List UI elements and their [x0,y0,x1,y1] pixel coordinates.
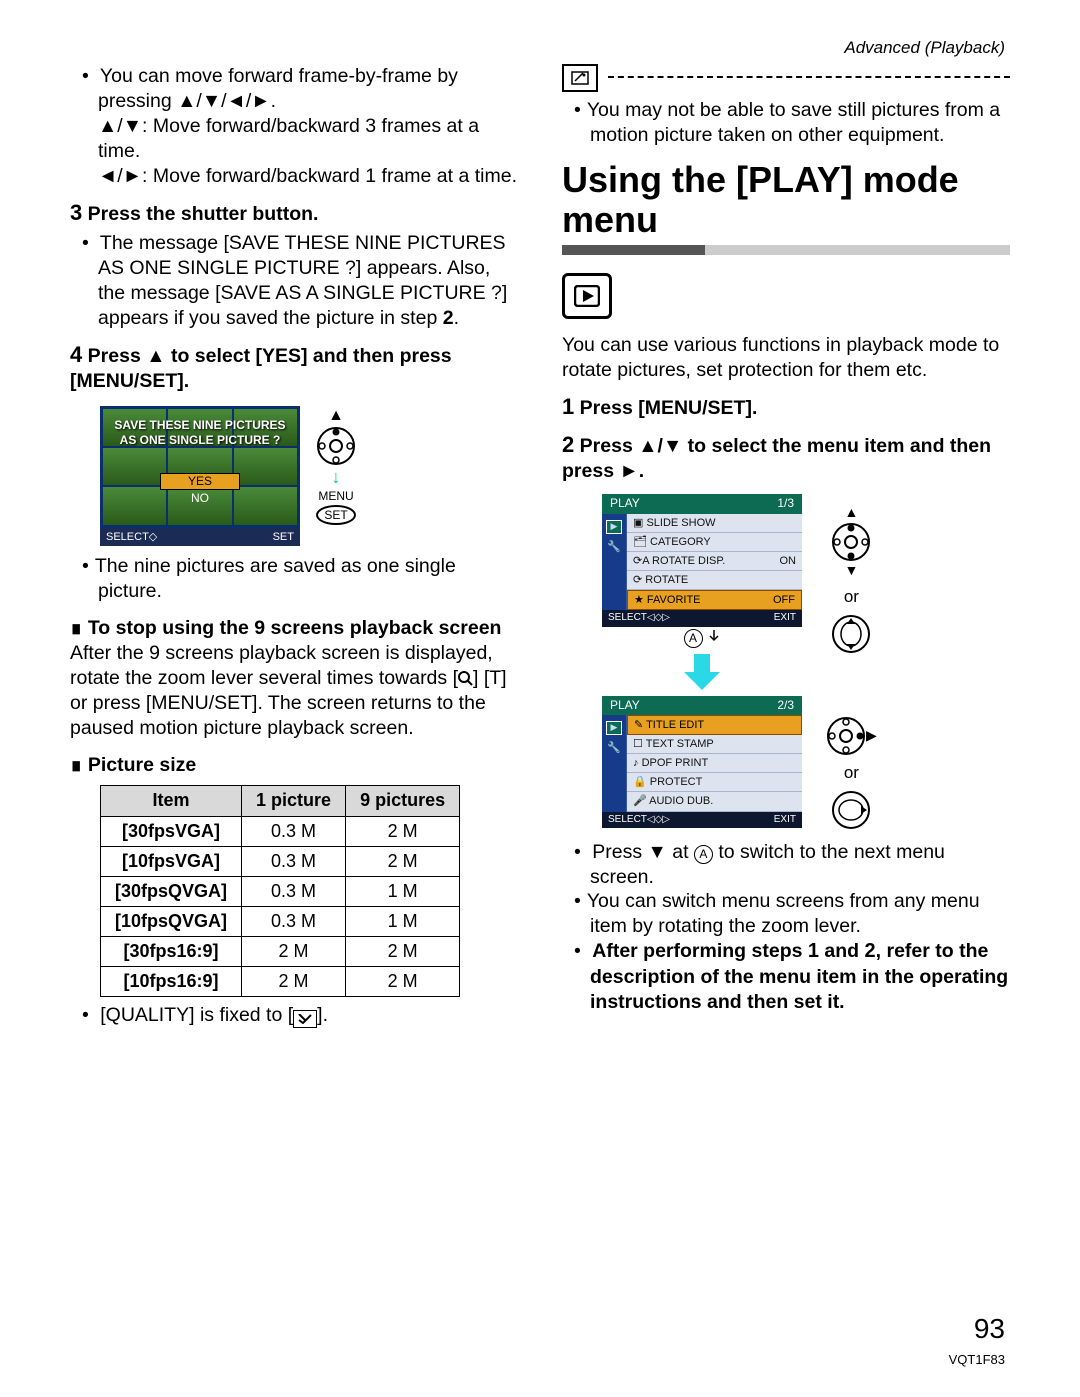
step-3-body: The message [SAVE THESE NINE PICTURES AS… [98,231,518,331]
joystick-icon [831,614,871,654]
section-rule [562,245,1010,255]
set-button-icon: SET [316,505,355,525]
step-3-heading: 3 Press the shutter button. [70,199,518,227]
play-intro: You can use various functions in playbac… [562,333,1010,383]
down-arrow-icon [682,652,722,692]
header-section: Advanced (Playback) [844,38,1005,58]
quality-note: [QUALITY] is fixed to []. [98,1003,518,1028]
quality-standard-icon [293,1010,317,1028]
after-steps-note: After performing steps 1 and 2, refer to… [590,939,1010,1015]
table-row: [30fpsVGA]0.3 M2 M [101,816,460,846]
step-2-heading: 2 Press ▲/▼ to select the menu item and … [562,431,1010,484]
picture-size-table: Item 1 picture 9 pictures [30fpsVGA]0.3 … [100,785,460,996]
document-id: VQT1F83 [949,1352,1005,1367]
left-column: You can move forward frame-by-frame by p… [70,64,518,1028]
stop-body: After the 9 screens playback screen is d… [70,641,518,741]
compatibility-note: You may not be able to save still pictur… [590,98,1010,148]
frame-note: You can move forward frame-by-frame by p… [98,64,518,189]
step-4-heading: 4 Press ▲ to select [YES] and then press… [70,341,518,394]
table-row: [10fps16:9]2 M2 M [101,966,460,996]
callout-a: A [684,629,703,648]
step-1-heading: 1 Press [MENU/SET]. [562,393,1010,421]
picture-size-heading: ∎ Picture size [70,753,518,778]
section-title: Using the [PLAY] mode menu [562,160,1010,239]
right-column: You may not be able to save still pictur… [562,64,1010,1028]
table-row: [30fpsQVGA]0.3 M1 M [101,876,460,906]
table-row: [10fpsVGA]0.3 M2 M [101,846,460,876]
zoom-switch-note: You can switch menu screens from any men… [590,889,1010,939]
stop-heading: ∎ To stop using the 9 screens playback s… [70,616,518,641]
play-mode-icon [562,273,612,319]
illustration-save: SAVE THESE NINE PICTURES AS ONE SINGLE P… [100,406,518,546]
table-row: [30fps16:9]2 M2 M [101,936,460,966]
dashed-divider [608,76,1010,78]
table-row: [10fpsQVGA]0.3 M1 M [101,906,460,936]
lcd-play-menu-1: PLAY1/3 ▶🔧 ▣ SLIDE SHOW 🗂 CATEGORY ⟳A RO… [602,494,802,627]
lcd-play-menu-2: PLAY2/3 ▶🔧 ✎ TITLE EDIT ☐ TEXT STAMP ♪ D… [602,696,802,829]
dpad-icon [831,522,871,562]
note-icon [562,64,598,92]
page-number: 93 [974,1313,1005,1345]
nine-saved-note: The nine pictures are saved as one singl… [98,554,518,604]
joystick-icon [831,790,871,830]
dpad-icon [826,716,866,756]
dpad-icon [316,426,356,466]
lcd-save-dialog: SAVE THESE NINE PICTURES AS ONE SINGLE P… [100,406,300,546]
press-down-note: Press ▼ at A to switch to the next menu … [590,840,1010,890]
manual-page: Advanced (Playback) You can move forward… [0,0,1080,1397]
illustration-menu: PLAY1/3 ▶🔧 ▣ SLIDE SHOW 🗂 CATEGORY ⟳A RO… [602,494,1010,829]
